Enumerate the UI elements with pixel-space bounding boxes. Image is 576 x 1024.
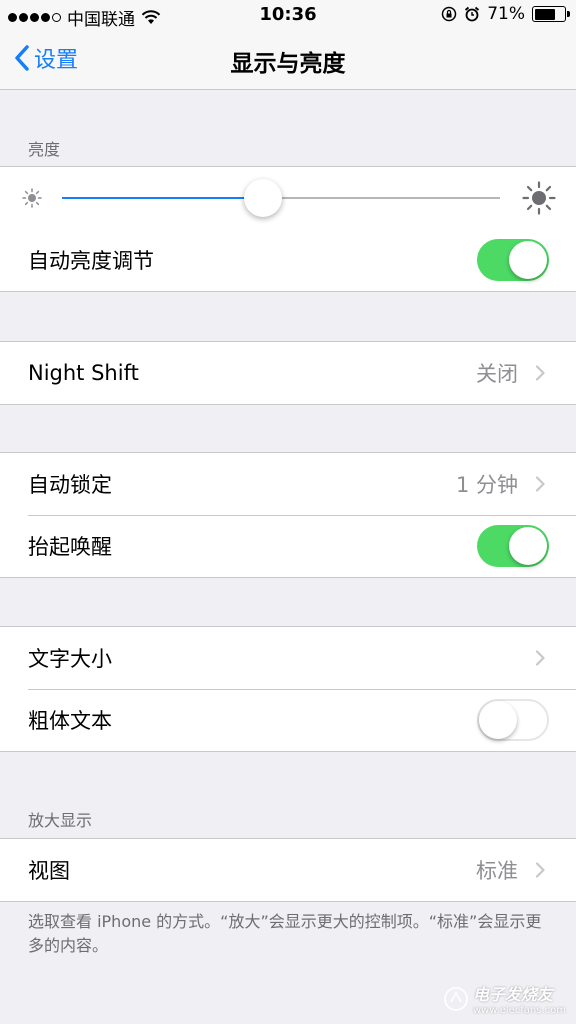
battery-level [534, 8, 556, 20]
bold-text-toggle[interactable] [477, 699, 549, 741]
battery-icon [532, 6, 570, 22]
watermark: 电子发烧友 www.elecfans.com [443, 981, 566, 1016]
orientation-lock-icon [441, 6, 457, 22]
auto-lock-label: 自动锁定 [28, 473, 112, 497]
text-size-row[interactable]: 文字大小 [0, 627, 576, 689]
status-bar: 中国联通 10:36 71% [0, 0, 576, 30]
night-shift-group: Night Shift 关闭 [0, 341, 576, 405]
alarm-icon [465, 6, 480, 22]
sun-small-icon [22, 188, 42, 208]
chevron-right-icon [535, 650, 545, 666]
chevron-right-icon [535, 476, 545, 492]
night-shift-value: 关闭 [476, 362, 518, 386]
brightness-slider-fill [62, 197, 264, 199]
display-zoom-section-header: 放大显示 [28, 811, 93, 830]
chevron-right-icon [535, 862, 545, 878]
text-size-label: 文字大小 [28, 647, 112, 671]
page-title: 显示与亮度 [230, 51, 346, 77]
bold-text-label: 粗体文本 [28, 709, 112, 733]
lock-group: 自动锁定 1 分钟 抬起唤醒 [0, 452, 576, 578]
auto-lock-row[interactable]: 自动锁定 1 分钟 [0, 453, 576, 515]
sun-large-icon [522, 181, 556, 215]
auto-brightness-row: 自动亮度调节 [0, 229, 576, 291]
brightness-slider-row [0, 167, 576, 229]
status-right: 71% [441, 4, 570, 24]
view-row[interactable]: 视图 标准 [0, 839, 576, 901]
raise-to-wake-row: 抬起唤醒 [0, 515, 576, 577]
watermark-url: www.elecfans.com [472, 1005, 566, 1016]
brightness-slider[interactable] [62, 179, 500, 217]
display-zoom-footer-note: 选取查看 iPhone 的方式。“放大”会显示更大的控制项。“标准”会显示更多的… [28, 912, 542, 955]
auto-brightness-toggle[interactable] [477, 239, 549, 281]
raise-to-wake-label: 抬起唤醒 [28, 535, 112, 559]
bold-text-row: 粗体文本 [0, 689, 576, 751]
brightness-group: 自动亮度调节 [0, 166, 576, 292]
battery-percentage: 71% [487, 4, 525, 24]
navigation-bar: 设置 显示与亮度 [0, 30, 576, 90]
brightness-section-header: 亮度 [28, 140, 61, 159]
auto-brightness-label: 自动亮度调节 [28, 249, 154, 273]
text-group: 文字大小 粗体文本 [0, 626, 576, 752]
raise-to-wake-toggle[interactable] [477, 525, 549, 567]
night-shift-row[interactable]: Night Shift 关闭 [0, 342, 576, 404]
night-shift-label: Night Shift [28, 361, 139, 385]
brightness-slider-thumb[interactable] [244, 179, 283, 217]
chevron-right-icon [535, 365, 545, 381]
auto-lock-value: 1 分钟 [455, 473, 518, 497]
display-zoom-group: 视图 标准 [0, 838, 576, 902]
watermark-logo-icon [443, 986, 468, 1011]
view-label: 视图 [28, 859, 70, 883]
view-value: 标准 [476, 859, 518, 883]
watermark-text: 电子发烧友 [472, 985, 553, 1004]
